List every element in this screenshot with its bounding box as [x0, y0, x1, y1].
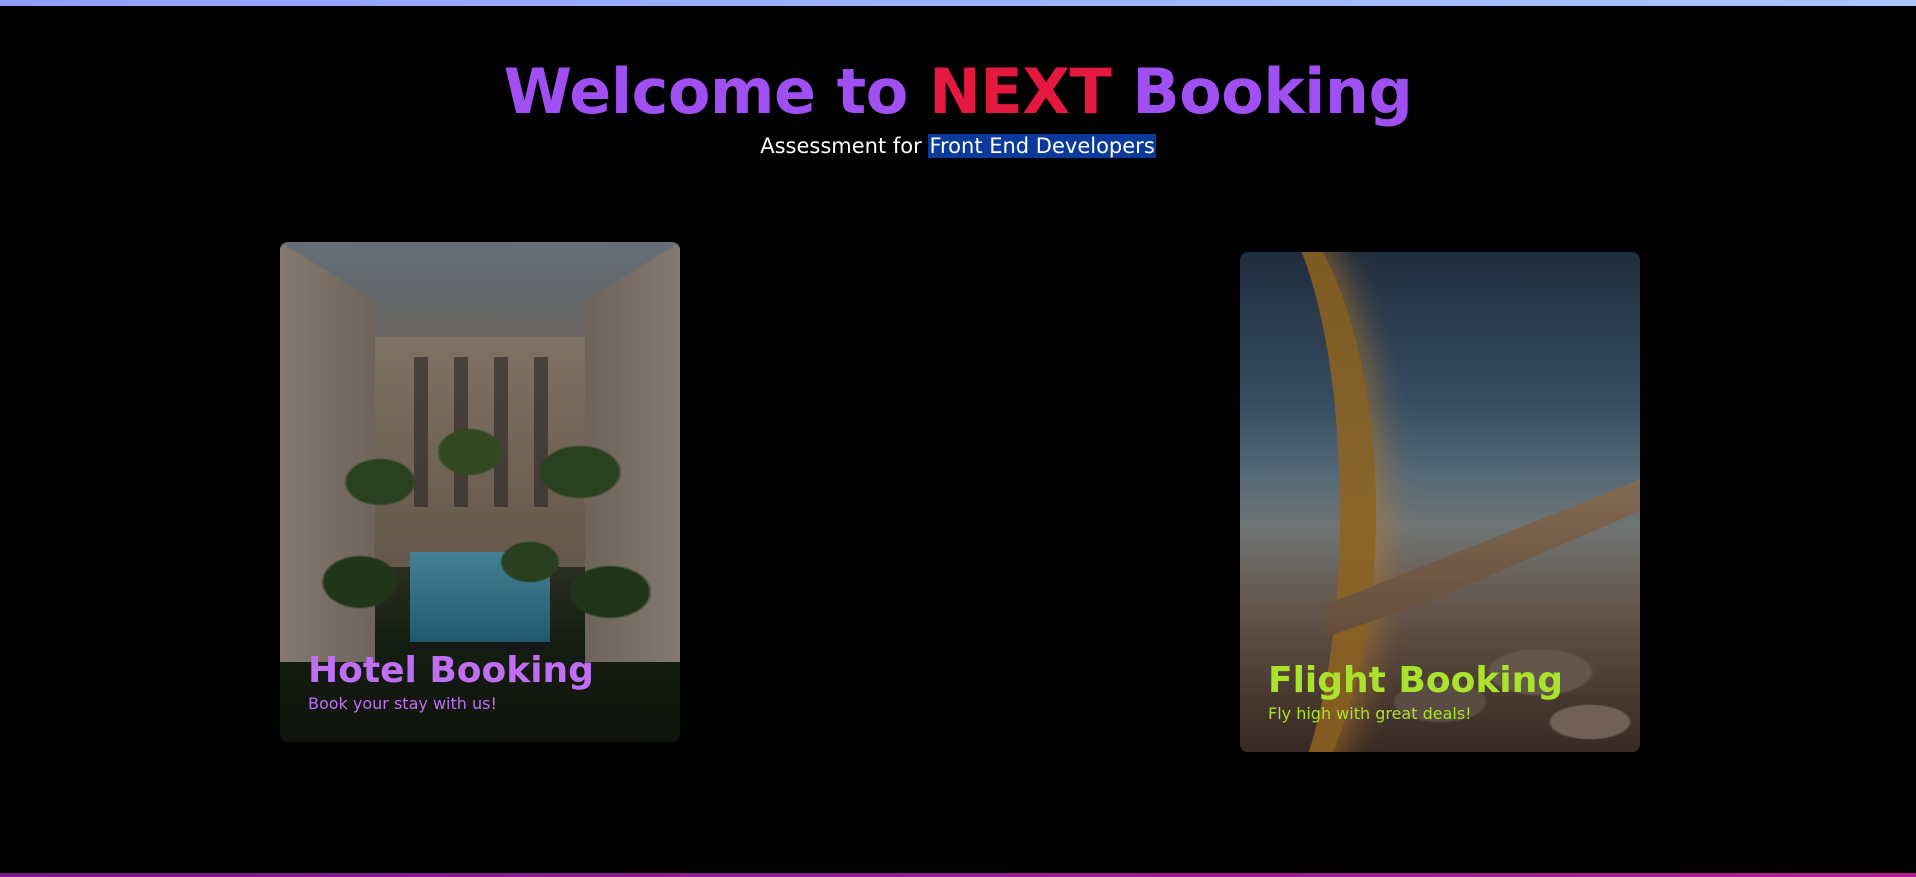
hotel-card-subtitle: Book your stay with us! [308, 694, 497, 713]
flight-card-subtitle: Fly high with great deals! [1268, 704, 1472, 723]
page-title: Welcome to NEXT Booking [0, 54, 1916, 130]
page-header: Welcome to NEXT Booking Assessment for F… [0, 54, 1916, 160]
title-booking: Booking [1111, 55, 1413, 128]
hotel-card-title: Hotel Booking [308, 650, 594, 691]
hotel-booking-card[interactable]: Hotel Booking Book your stay with us! [280, 242, 680, 742]
flight-card-text: Flight Booking Fly high with great deals… [1268, 660, 1563, 724]
title-welcome: Welcome to [503, 55, 929, 128]
subtitle-highlight: Front End Developers [928, 134, 1156, 158]
top-accent-bar [0, 0, 1916, 6]
title-brand: NEXT [929, 55, 1112, 128]
flight-card-title: Flight Booking [1268, 660, 1563, 701]
flight-booking-card[interactable]: Flight Booking Fly high with great deals… [1240, 252, 1640, 752]
page-subtitle: Assessment for Front End Developers [0, 132, 1916, 160]
hotel-card-text: Hotel Booking Book your stay with us! [308, 650, 594, 714]
bottom-accent-bar [0, 873, 1916, 877]
subtitle-prefix: Assessment for [760, 134, 929, 158]
